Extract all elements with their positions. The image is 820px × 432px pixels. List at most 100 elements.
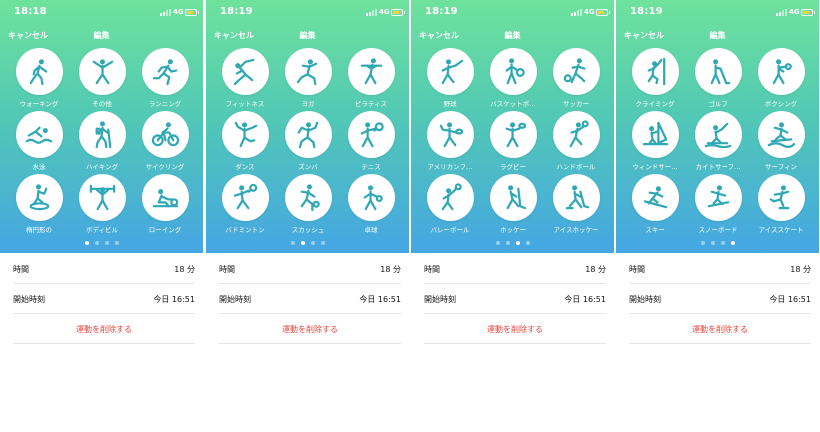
delete-workout-button[interactable]: 運動を削除する: [424, 324, 606, 335]
activity-badminton[interactable]: バドミントン: [214, 174, 276, 234]
status-time: 18:19: [220, 6, 253, 17]
start-time-value: 今日 16:51: [769, 295, 811, 304]
activity-windsurfing[interactable]: ウィンドサー…: [624, 111, 686, 171]
activity-walking[interactable]: ウォーキング: [8, 48, 70, 108]
activity-rugby[interactable]: ラグビー: [482, 111, 544, 171]
activity-label: ピラティス: [354, 100, 388, 108]
activity-climbing[interactable]: クライミング: [624, 48, 686, 108]
activity-volleyball[interactable]: バレーボール: [419, 174, 481, 234]
cancel-button[interactable]: キャンセル: [214, 30, 254, 41]
activity-other[interactable]: その他: [71, 48, 133, 108]
delete-workout-button[interactable]: 運動を削除する: [219, 324, 401, 335]
activity-fitness[interactable]: フィットネス: [214, 48, 276, 108]
ice-skating-icon: [769, 185, 790, 210]
status-time: 18:18: [14, 6, 47, 17]
battery-icon: [185, 9, 199, 16]
workout-panel-3: 18:19 4G 編集 キャンセル 野球 バスケットボ… サッカー アメリカンフ…: [411, 0, 614, 432]
start-time-value: 今日 16:51: [153, 295, 195, 304]
activity-label: ボディビル: [85, 226, 119, 234]
duration-value: 18 分: [585, 265, 606, 274]
activity-basketball[interactable]: バスケットボ…: [482, 48, 544, 108]
start-time-row[interactable]: 開始時刻 今日 16:51: [629, 284, 811, 314]
activity-swimming[interactable]: 水泳: [8, 111, 70, 171]
climbing-icon: [647, 57, 666, 86]
delete-row: 運動を削除する: [13, 314, 195, 344]
start-time-label: 開始時刻: [13, 295, 45, 304]
activity-label: スカッシュ: [291, 226, 325, 234]
duration-row[interactable]: 時間 18 分: [219, 254, 401, 284]
activity-bodybuilding[interactable]: ボディビル: [71, 174, 133, 234]
activity-golf[interactable]: ゴルフ: [687, 48, 749, 108]
start-time-label: 開始時刻: [219, 295, 251, 304]
duration-row[interactable]: 時間 18 分: [424, 254, 606, 284]
duration-value: 18 分: [174, 265, 195, 274]
activity-label: 水泳: [32, 163, 46, 171]
activity-label: アイスホッケー: [553, 226, 599, 234]
activity-skiing[interactable]: スキー: [624, 174, 686, 234]
activity-label: ダンス: [235, 163, 255, 171]
page-indicator[interactable]: [411, 241, 614, 247]
cycling-icon: [151, 122, 180, 147]
network-label: 4G: [173, 8, 184, 16]
pilates-icon: [360, 58, 383, 85]
activity-yoga[interactable]: ヨガ: [277, 48, 339, 108]
start-time-label: 開始時刻: [629, 295, 661, 304]
activity-elliptical[interactable]: 楕円形の: [8, 174, 70, 234]
page-indicator[interactable]: [0, 241, 203, 247]
nav-bar: 編集 キャンセル: [0, 30, 203, 44]
duration-row[interactable]: 時間 18 分: [629, 254, 811, 284]
activity-pilates[interactable]: ピラティス: [340, 48, 402, 108]
activity-label: サイクリング: [145, 163, 185, 171]
activity-running[interactable]: ランニング: [134, 48, 196, 108]
status-bar: 18:19 4G: [206, 0, 409, 24]
cancel-button[interactable]: キャンセル: [624, 30, 664, 41]
activity-surfing[interactable]: サーフィン: [750, 111, 812, 171]
activity-american-football[interactable]: アメリカンフ…: [419, 111, 481, 171]
cancel-button[interactable]: キャンセル: [419, 30, 459, 41]
table-tennis-icon: [363, 185, 383, 211]
activity-rowing[interactable]: ローイング: [134, 174, 196, 234]
activity-ice-skating[interactable]: アイススケート: [750, 174, 812, 234]
activity-squash[interactable]: スカッシュ: [277, 174, 339, 234]
surfing-icon: [767, 122, 796, 148]
delete-row: 運動を削除する: [629, 314, 811, 344]
duration-label: 時間: [13, 265, 29, 274]
start-time-row[interactable]: 開始時刻 今日 16:51: [219, 284, 401, 314]
activity-kitesurfing[interactable]: カイトサーフ…: [687, 111, 749, 171]
activity-baseball[interactable]: 野球: [419, 48, 481, 108]
network-label: 4G: [789, 8, 800, 16]
activity-picker: 18:18 4G 編集 キャンセル ウォーキング その他 ランニング 水泳 ハイ…: [0, 0, 203, 253]
activity-ice-hockey[interactable]: アイスホッケー: [545, 174, 607, 234]
status-time: 18:19: [630, 6, 663, 17]
start-time-row[interactable]: 開始時刻 今日 16:51: [13, 284, 195, 314]
activity-hockey[interactable]: ホッケー: [482, 174, 544, 234]
activity-dance[interactable]: ダンス: [214, 111, 276, 171]
activity-handball[interactable]: ハンドボール: [545, 111, 607, 171]
activity-boxing[interactable]: ボクシング: [750, 48, 812, 108]
activity-cycling[interactable]: サイクリング: [134, 111, 196, 171]
delete-workout-button[interactable]: 運動を削除する: [629, 324, 811, 335]
activity-label: ラグビー: [500, 163, 526, 171]
activity-label: ハイキング: [85, 163, 119, 171]
tennis-icon: [360, 122, 384, 148]
start-time-value: 今日 16:51: [359, 295, 401, 304]
activity-label: スノーボード: [698, 226, 738, 234]
bodybuilding-icon: [89, 184, 116, 211]
status-time: 18:19: [425, 6, 458, 17]
activity-hiking[interactable]: ハイキング: [71, 111, 133, 171]
activity-table-tennis[interactable]: 卓球: [340, 174, 402, 234]
duration-row[interactable]: 時間 18 分: [13, 254, 195, 284]
activity-zumba[interactable]: ズンバ: [277, 111, 339, 171]
signal-icon: [776, 9, 788, 16]
start-time-row[interactable]: 開始時刻 今日 16:51: [424, 284, 606, 314]
activity-soccer[interactable]: サッカー: [545, 48, 607, 108]
page-indicator[interactable]: [206, 241, 409, 247]
ice-hockey-icon: [565, 185, 590, 210]
cancel-button[interactable]: キャンセル: [8, 30, 48, 41]
page-indicator[interactable]: [616, 241, 819, 247]
elliptical-icon: [29, 184, 50, 211]
delete-workout-button[interactable]: 運動を削除する: [13, 324, 195, 335]
activity-snowboarding[interactable]: スノーボード: [687, 174, 749, 234]
activity-label: スキー: [645, 226, 665, 234]
activity-tennis[interactable]: テニス: [340, 111, 402, 171]
